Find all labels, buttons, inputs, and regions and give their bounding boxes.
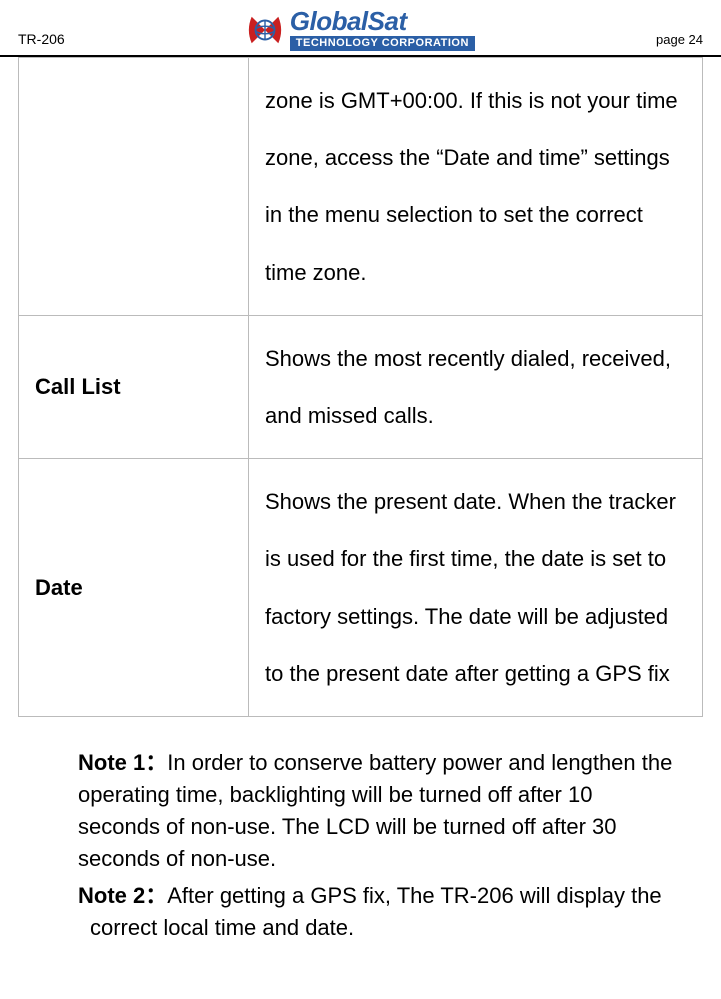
logo-main-text: GlobalSat: [290, 8, 475, 34]
note-1: Note 1：In order to conserve battery powe…: [78, 747, 673, 875]
note-1-label: Note 1：: [78, 750, 167, 775]
note-1-text: In order to conserve battery power and l…: [78, 750, 672, 871]
doc-code: TR-206: [18, 31, 65, 51]
logo-sub-text: TECHNOLOGY CORPORATION: [290, 36, 475, 51]
logo: GlobalSat TECHNOLOGY CORPORATION: [246, 8, 475, 51]
row-label: Call List: [19, 315, 249, 458]
notes-section: Note 1：In order to conserve battery powe…: [18, 717, 703, 944]
info-table: zone is GMT+00:00. If this is not your t…: [18, 57, 703, 717]
row-desc: zone is GMT+00:00. If this is not your t…: [249, 58, 703, 316]
row-label: Date: [19, 459, 249, 717]
globe-icon: [246, 11, 284, 49]
logo-text: GlobalSat TECHNOLOGY CORPORATION: [290, 8, 475, 51]
note-2: Note 2：After getting a GPS fix, The TR-2…: [78, 880, 673, 944]
note-2-text: After getting a GPS fix, The TR-206 will…: [90, 883, 662, 940]
table-row: Date Shows the present date. When the tr…: [19, 459, 703, 717]
row-desc: Shows the most recently dialed, received…: [249, 315, 703, 458]
main-content: zone is GMT+00:00. If this is not your t…: [0, 57, 721, 944]
row-label: [19, 58, 249, 316]
table-row: Call List Shows the most recently dialed…: [19, 315, 703, 458]
row-desc: Shows the present date. When the tracker…: [249, 459, 703, 717]
page-number: page 24: [656, 32, 703, 51]
note-2-label: Note 2：: [78, 883, 167, 908]
table-row: zone is GMT+00:00. If this is not your t…: [19, 58, 703, 316]
page-header: TR-206 GlobalSat TECHNOLOGY CORPORATION …: [0, 0, 721, 57]
